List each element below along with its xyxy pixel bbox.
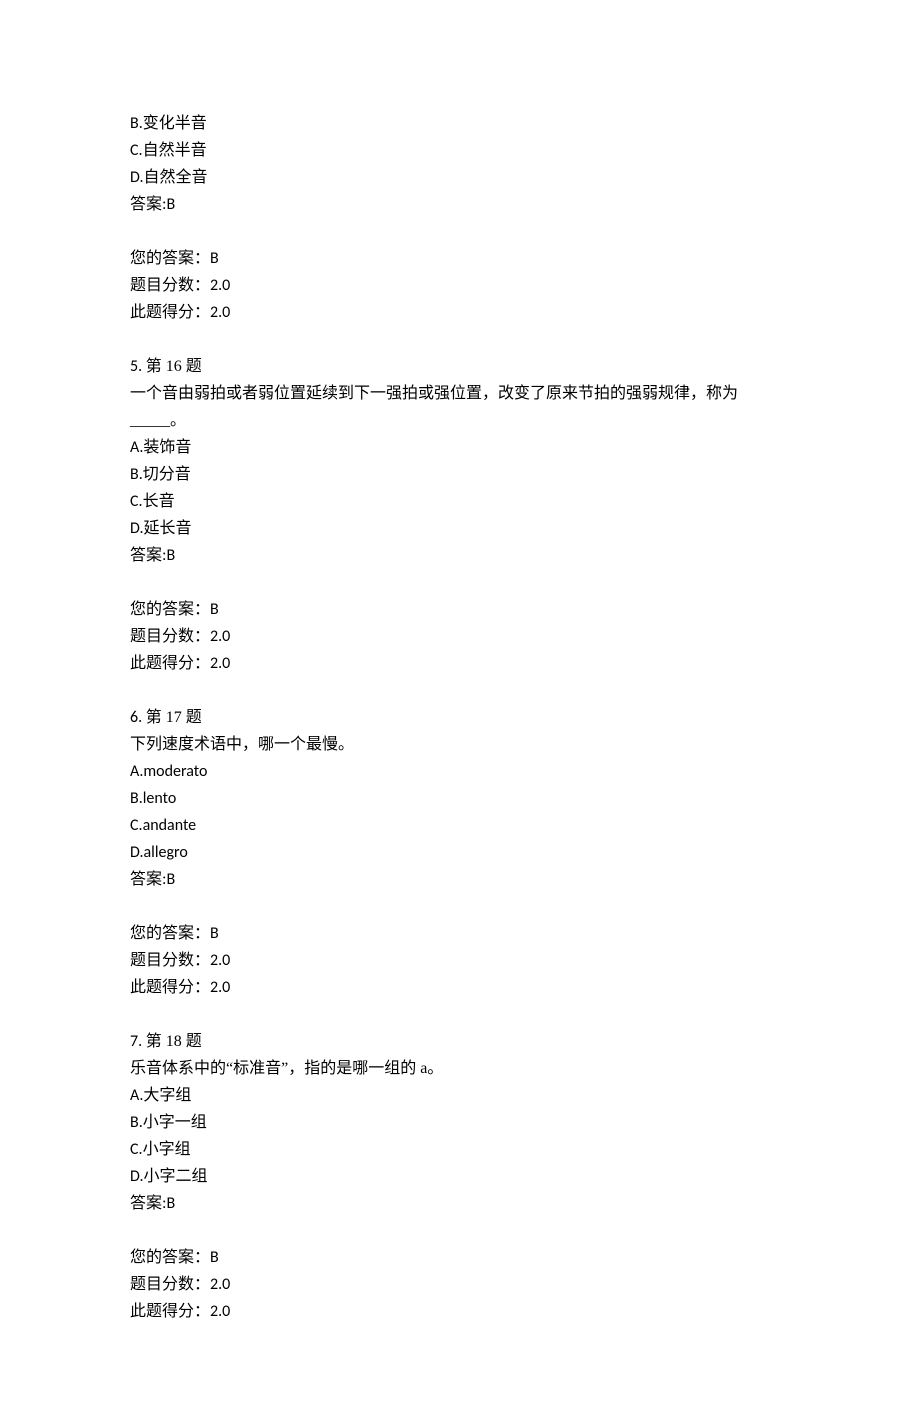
answer-line: 答案:B xyxy=(130,1190,790,1217)
question-block: 6. 第 17 题 下列速度术语中，哪一个最慢。 A.moderato B.le… xyxy=(130,704,790,893)
option-text: B.变化半音 xyxy=(130,110,790,137)
option-text: B.小字一组 xyxy=(130,1109,790,1136)
option-text: A.大字组 xyxy=(130,1082,790,1109)
option-text: D.延长音 xyxy=(130,515,790,542)
option-text: B.lento xyxy=(130,785,790,812)
option-text: A.装饰音 xyxy=(130,434,790,461)
your-answer-line: 您的答案：B xyxy=(130,1244,790,1271)
score-full-line: 题目分数：2.0 xyxy=(130,947,790,974)
score-full-line: 题目分数：2.0 xyxy=(130,1271,790,1298)
option-text: C.自然半音 xyxy=(130,137,790,164)
score-full-line: 题目分数：2.0 xyxy=(130,623,790,650)
option-text: C.andante xyxy=(130,812,790,839)
answer-line: 答案:B xyxy=(130,191,790,218)
option-text: C.长音 xyxy=(130,488,790,515)
question-block: 7. 第 18 题 乐音体系中的“标准音”，指的是哪一组的 a。 A.大字组 B… xyxy=(130,1028,790,1217)
document-page: B.变化半音 C.自然半音 D.自然全音 答案:B 您的答案：B 题目分数：2.… xyxy=(0,0,920,1425)
score-got-line: 此题得分：2.0 xyxy=(130,1298,790,1325)
option-text: D.小字二组 xyxy=(130,1163,790,1190)
question-text: 乐音体系中的“标准音”，指的是哪一组的 a。 xyxy=(130,1055,790,1082)
answer-block: 您的答案：B 题目分数：2.0 此题得分：2.0 xyxy=(130,920,790,1001)
question-number-line: 6. 第 17 题 xyxy=(130,704,790,731)
option-text: D.自然全音 xyxy=(130,164,790,191)
answer-line: 答案:B xyxy=(130,542,790,569)
option-text: D.allegro xyxy=(130,839,790,866)
question-number-line: 7. 第 18 题 xyxy=(130,1028,790,1055)
option-text: B.切分音 xyxy=(130,461,790,488)
question-number-line: 5. 第 16 题 xyxy=(130,353,790,380)
score-got-line: 此题得分：2.0 xyxy=(130,974,790,1001)
answer-line: 答案:B xyxy=(130,866,790,893)
score-got-line: 此题得分：2.0 xyxy=(130,650,790,677)
answer-block: 您的答案：B 题目分数：2.0 此题得分：2.0 xyxy=(130,596,790,677)
question-block: 5. 第 16 题 一个音由弱拍或者弱位置延续到下一强拍或强位置，改变了原来节拍… xyxy=(130,353,790,569)
score-got-line: 此题得分：2.0 xyxy=(130,299,790,326)
question-text: 一个音由弱拍或者弱位置延续到下一强拍或强位置，改变了原来节拍的强弱规律，称为__… xyxy=(130,380,790,434)
your-answer-line: 您的答案：B xyxy=(130,920,790,947)
your-answer-line: 您的答案：B xyxy=(130,245,790,272)
score-full-line: 题目分数：2.0 xyxy=(130,272,790,299)
answer-block: 您的答案：B 题目分数：2.0 此题得分：2.0 xyxy=(130,245,790,326)
option-text: A.moderato xyxy=(130,758,790,785)
your-answer-line: 您的答案：B xyxy=(130,596,790,623)
answer-block: 您的答案：B 题目分数：2.0 此题得分：2.0 xyxy=(130,1244,790,1325)
option-text: C.小字组 xyxy=(130,1136,790,1163)
question-text: 下列速度术语中，哪一个最慢。 xyxy=(130,731,790,758)
